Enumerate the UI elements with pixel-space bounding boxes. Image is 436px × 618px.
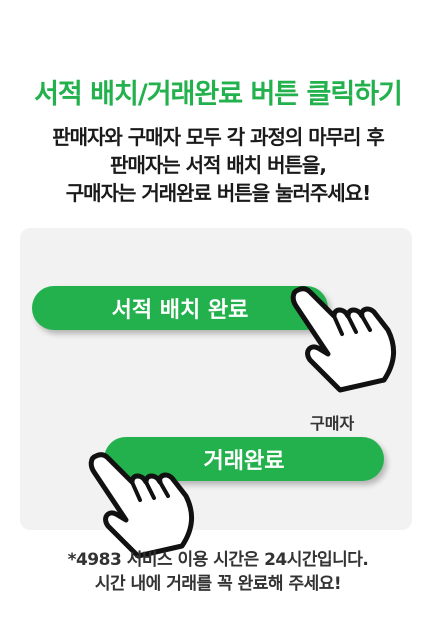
seller-complete-button[interactable]: 서적 배치 완료 bbox=[32, 286, 328, 330]
note-line-1: *4983 서비스 이용 시간은 24시간입니다. bbox=[67, 550, 369, 570]
instruction-text: 판매자와 구매자 모두 각 과정의 마무리 후 판매자는 서적 배치 버튼을, … bbox=[0, 123, 436, 207]
instruction-line-2: 판매자는 서적 배치 버튼을, bbox=[110, 153, 327, 177]
instruction-line-1: 판매자와 구매자 모두 각 과정의 마무리 후 bbox=[52, 125, 385, 149]
note-line-2: 시간 내에 거래를 꼭 완료해 주세요! bbox=[94, 574, 342, 594]
buyer-role-label: 구매자 bbox=[310, 414, 355, 433]
page-title: 서적 배치/거래완료 버튼 클릭하기 bbox=[34, 79, 403, 110]
pointing-hand-icon bbox=[88, 452, 194, 559]
service-note: *4983 서비스 이용 시간은 24시간입니다. 시간 내에 거래를 꼭 완료… bbox=[0, 548, 436, 596]
instruction-line-3: 구매자는 거래완료 버튼을 눌러주세요! bbox=[65, 181, 371, 205]
pointing-hand-icon bbox=[290, 286, 396, 393]
